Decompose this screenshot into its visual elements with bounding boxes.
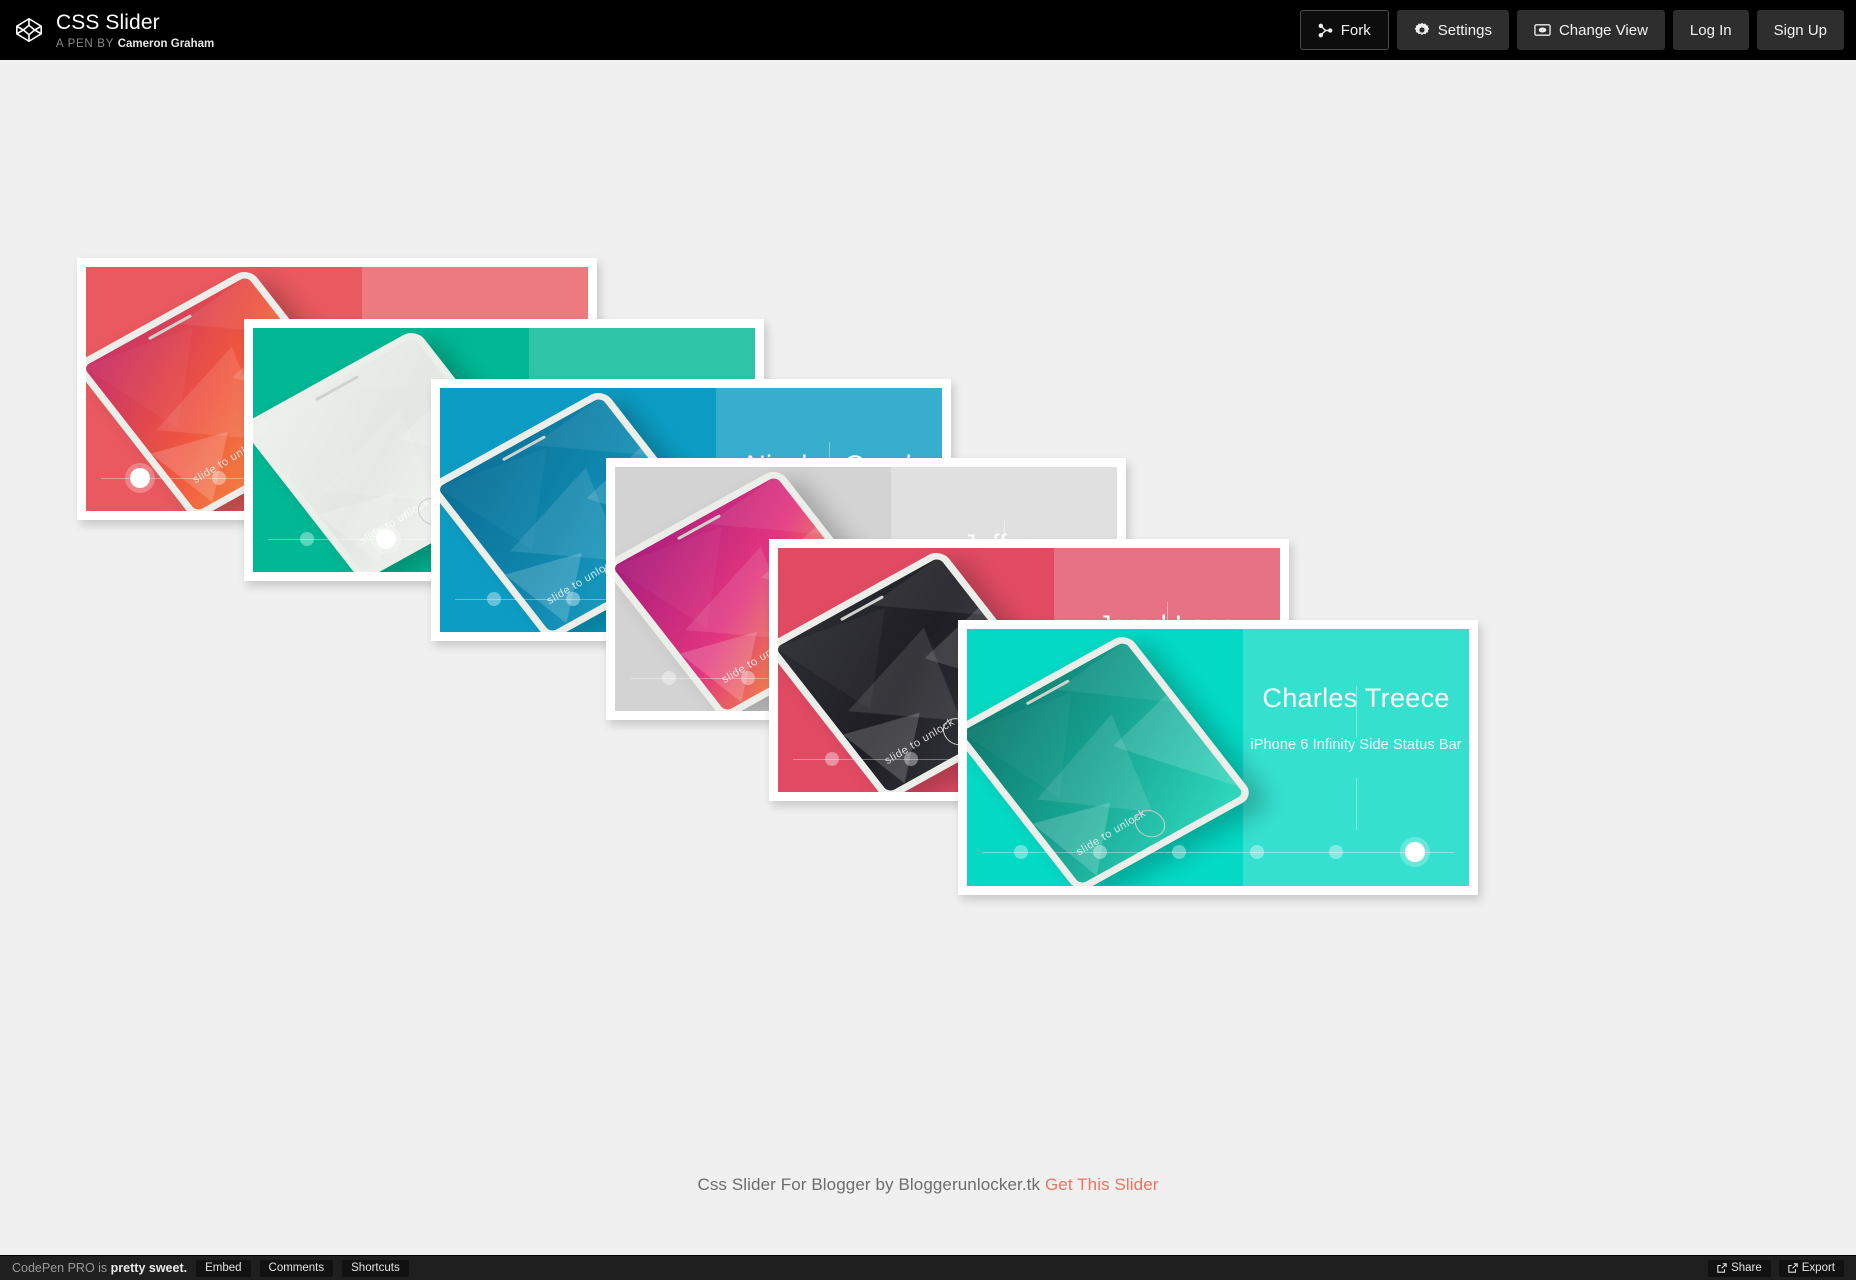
slide-dot[interactable] <box>904 752 918 766</box>
settings-button[interactable]: Settings <box>1397 10 1509 50</box>
slide-dot[interactable] <box>1093 845 1107 859</box>
fork-button[interactable]: Fork <box>1300 10 1389 50</box>
slide-card[interactable]: slide to unlockCharles TreeceiPhone 6 In… <box>958 620 1478 895</box>
share-button[interactable]: Share <box>1708 1260 1771 1277</box>
sign-up-button[interactable]: Sign Up <box>1757 10 1844 50</box>
pen-brand: CSS Slider A PEN BY Cameron Graham <box>0 10 214 51</box>
css-slider: slide to unlockFabio Basileslide to unlo… <box>0 60 1856 1170</box>
pro-promo-prefix: CodePen PRO is <box>12 1261 111 1275</box>
slide-dot[interactable] <box>212 471 226 485</box>
pen-output-canvas: slide to unlockFabio Basileslide to unlo… <box>0 60 1856 1255</box>
dots-rail <box>982 852 1454 853</box>
slide-subtitle: iPhone 6 Infinity Side Status Bar <box>1250 737 1461 753</box>
shortcuts-button[interactable]: Shortcuts <box>342 1260 409 1277</box>
slide-dot[interactable] <box>300 532 314 546</box>
shortcuts-label: Shortcuts <box>351 1262 400 1274</box>
bottom-bar-left: CodePen PRO is pretty sweet. Embed Comme… <box>0 1260 409 1277</box>
get-this-slider-link[interactable]: Get This Slider <box>1045 1175 1159 1194</box>
top-nav: Fork Settings Change View Log In Sign Up <box>1300 10 1856 50</box>
slide-dot[interactable] <box>825 752 839 766</box>
slide-dot-active[interactable] <box>1405 842 1425 862</box>
external-link-icon <box>1788 1263 1798 1273</box>
top-bar: CSS Slider A PEN BY Cameron Graham Fork … <box>0 0 1856 60</box>
change-view-button[interactable]: Change View <box>1517 10 1665 50</box>
slider-credit: Css Slider For Blogger by Bloggerunlocke… <box>0 1175 1856 1195</box>
page-title: CSS Slider <box>56 12 214 33</box>
slide-dot-active[interactable] <box>376 529 396 549</box>
slide-dot[interactable] <box>1250 845 1264 859</box>
share-label: Share <box>1731 1262 1762 1274</box>
export-button[interactable]: Export <box>1779 1260 1844 1277</box>
slide-dot[interactable] <box>566 592 580 606</box>
bottom-bar-right: Share Export <box>1708 1260 1856 1277</box>
change-view-label: Change View <box>1559 22 1648 39</box>
slide-dot-active[interactable] <box>130 468 150 488</box>
fork-label: Fork <box>1341 22 1371 39</box>
credit-text: Css Slider For Blogger by Bloggerunlocke… <box>697 1175 1040 1194</box>
log-in-label: Log In <box>1690 22 1732 39</box>
slide-dot[interactable] <box>662 671 676 685</box>
pen-by-prefix: A PEN BY <box>56 38 114 50</box>
slide-dot[interactable] <box>741 671 755 685</box>
bottom-bar: CodePen PRO is pretty sweet. Embed Comme… <box>0 1255 1856 1280</box>
external-link-icon <box>1717 1263 1727 1273</box>
fork-icon <box>1318 23 1333 38</box>
comments-label: Comments <box>269 1262 325 1274</box>
codepen-logo-icon[interactable] <box>14 15 44 45</box>
slide-dot[interactable] <box>487 592 501 606</box>
gear-icon <box>1414 22 1430 38</box>
caption-divider <box>1356 778 1357 830</box>
slide-dot[interactable] <box>1172 845 1186 859</box>
sign-up-label: Sign Up <box>1774 22 1827 39</box>
pen-author-name: Cameron Graham <box>118 38 215 50</box>
pen-author-line: A PEN BY Cameron Graham <box>56 39 214 51</box>
pro-promo-strong: pretty sweet. <box>111 1261 187 1275</box>
export-label: Export <box>1802 1262 1835 1274</box>
log-in-button[interactable]: Log In <box>1673 10 1749 50</box>
slide-inner: slide to unlockCharles TreeceiPhone 6 In… <box>967 629 1469 886</box>
slide-dot[interactable] <box>1329 845 1343 859</box>
pro-promo-text: CodePen PRO is pretty sweet. <box>12 1261 187 1275</box>
slide-dots-nav <box>982 841 1454 863</box>
settings-label: Settings <box>1438 22 1492 39</box>
slide-dot[interactable] <box>1014 845 1028 859</box>
embed-label: Embed <box>205 1262 241 1274</box>
change-view-icon <box>1534 23 1551 37</box>
slide-title: Charles Treece <box>1262 684 1449 714</box>
comments-button[interactable]: Comments <box>260 1260 334 1277</box>
embed-button[interactable]: Embed <box>196 1260 250 1277</box>
